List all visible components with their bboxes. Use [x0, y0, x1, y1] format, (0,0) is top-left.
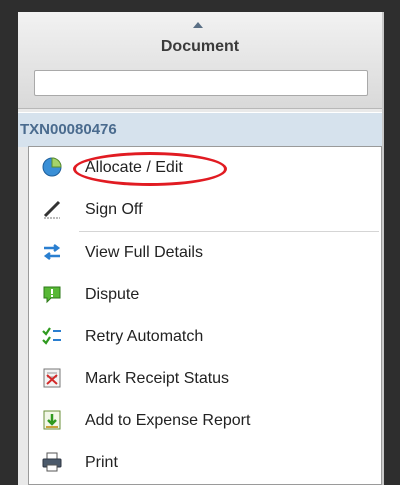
- swap-arrows-icon: [41, 241, 63, 263]
- menu-item-label: Print: [85, 454, 118, 471]
- menu-item-mark-receipt-status[interactable]: Mark Receipt Status: [29, 358, 383, 400]
- menu-item-label: Dispute: [85, 286, 140, 303]
- menu-item-label: Add to Expense Report: [85, 412, 251, 429]
- menu-item-label: View Full Details: [85, 244, 203, 261]
- menu-item-add-to-expense-report[interactable]: Add to Expense Report: [29, 400, 383, 442]
- txn-id[interactable]: TXN00080476: [20, 121, 117, 138]
- menu-item-view-full-details[interactable]: View Full Details: [29, 232, 383, 274]
- column-header-document[interactable]: Document: [18, 12, 382, 109]
- menu-item-label: Mark Receipt Status: [85, 370, 230, 387]
- checklist-icon: [41, 325, 63, 347]
- column-filter-input[interactable]: [34, 70, 368, 96]
- receipt-icon: [41, 367, 63, 389]
- printer-icon: [41, 451, 63, 473]
- menu-item-dispute[interactable]: Dispute: [29, 274, 383, 316]
- add-to-report-icon: [41, 409, 63, 431]
- menu-item-label: Sign Off: [85, 201, 143, 218]
- context-menu: Allocate / Edit Sign Off View Full Detai…: [28, 146, 382, 485]
- menu-item-label: Retry Automatch: [85, 328, 204, 345]
- menu-item-print[interactable]: Print: [29, 442, 383, 484]
- highlight-annotation: [73, 152, 227, 186]
- menu-item-retry-automatch[interactable]: Retry Automatch: [29, 316, 383, 358]
- speech-bubble-exclamation-icon: [41, 283, 63, 305]
- sort-ascending-icon[interactable]: [193, 22, 203, 28]
- column-title: Document: [160, 38, 240, 55]
- table-row-selected[interactable]: TXN00080476: [18, 112, 382, 147]
- menu-item-sign-off[interactable]: Sign Off: [29, 189, 383, 231]
- pen-icon: [41, 198, 63, 220]
- document-grid: Document TXN00080476 Allocate / Edit Sig…: [18, 12, 382, 485]
- pie-chart-icon: [41, 156, 63, 178]
- menu-item-allocate-edit[interactable]: Allocate / Edit: [29, 147, 383, 189]
- window-frame-left: [0, 0, 18, 485]
- window-frame-right: [384, 0, 400, 485]
- window-frame-top: [0, 0, 400, 12]
